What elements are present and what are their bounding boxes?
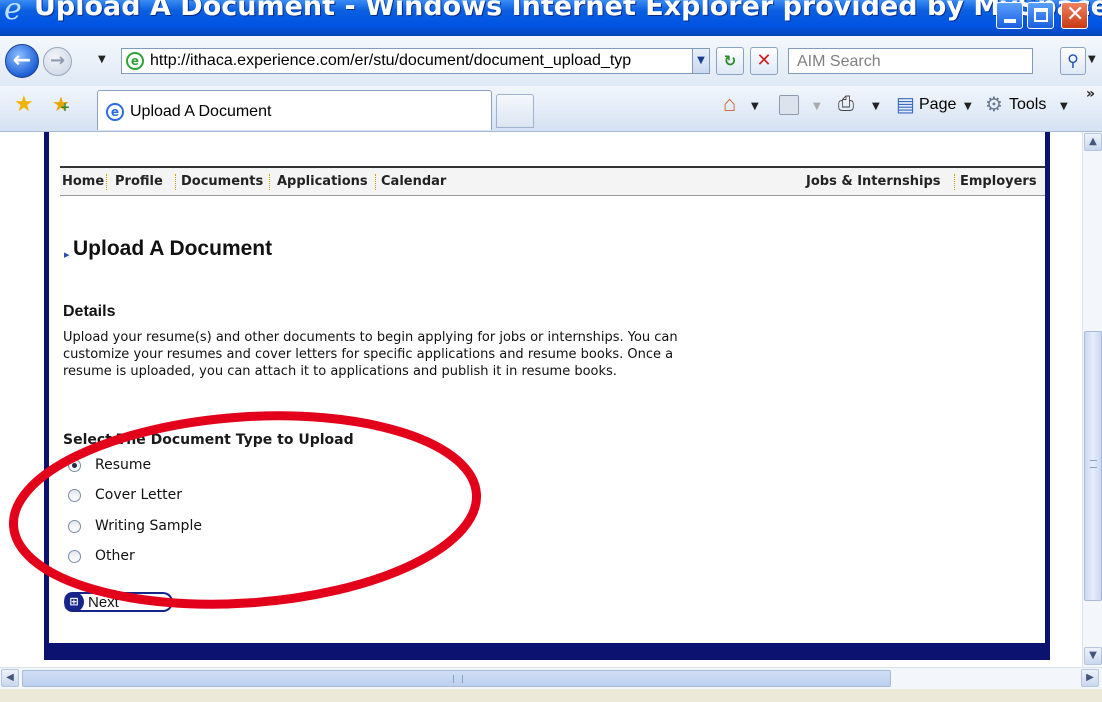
nav-separator [954, 174, 955, 190]
nav-calendar[interactable]: Calendar [381, 174, 446, 189]
nav-applications[interactable]: Applications [277, 174, 368, 189]
nav-separator [375, 174, 376, 190]
scroll-down-button[interactable]: ▼ [1084, 647, 1102, 665]
minimize-icon [1004, 19, 1016, 23]
radio-writing-sample[interactable] [68, 520, 81, 533]
nav-separator [269, 174, 270, 190]
nav-separator [106, 174, 107, 190]
horizontal-scroll-thumb[interactable] [22, 670, 891, 687]
site-navigation: Home Profile Documents Applications Cale… [60, 166, 1045, 196]
tools-dropdown-icon[interactable]: ▼ [1060, 101, 1068, 112]
tab-bar: ★ ★ + e Upload A Document ⌂ ▼ ▼ ⎙ ▼ ▤ Pag… [0, 86, 1102, 132]
search-placeholder: AIM Search [797, 53, 881, 70]
feeds-icon[interactable] [779, 95, 799, 115]
close-button[interactable]: ✕ [1061, 2, 1088, 29]
add-favorites-icon[interactable]: ★ + [52, 92, 70, 116]
page-frame-right [1045, 132, 1050, 660]
page-menu[interactable]: Page [919, 96, 956, 114]
forward-button[interactable]: → [43, 47, 72, 76]
window-title-bar: e Upload A Document - Windows Internet E… [0, 0, 1102, 36]
toolbar-overflow-chevron-icon[interactable]: » [1086, 86, 1095, 102]
address-dropdown-button[interactable]: ▼ [692, 49, 709, 73]
page-icon: e [126, 52, 144, 70]
page-menu-icon[interactable]: ▤ [896, 92, 915, 117]
vertical-scrollbar[interactable]: ▲ ▼ [1082, 132, 1102, 667]
home-icon[interactable]: ⌂ [723, 91, 736, 117]
details-heading: Details [63, 303, 116, 320]
nav-jobs-internships[interactable]: Jobs & Internships [806, 174, 940, 189]
radio-label-resume[interactable]: Resume [95, 457, 151, 473]
tab-upload-a-document[interactable]: e Upload A Document [97, 90, 492, 130]
horizontal-scrollbar[interactable]: ◀ ▶ [0, 667, 1102, 689]
scroll-up-button[interactable]: ▲ [1084, 133, 1102, 151]
back-button[interactable]: ← [5, 44, 39, 78]
tools-gear-icon[interactable]: ⚙ [985, 92, 1003, 117]
stop-button[interactable]: ✕ [750, 47, 778, 75]
radio-label-cover-letter[interactable]: Cover Letter [95, 487, 182, 503]
search-options-dropdown-icon[interactable]: ▼ [1088, 54, 1096, 65]
print-dropdown-icon[interactable]: ▼ [872, 101, 880, 112]
recent-pages-dropdown-icon[interactable]: ▼ [98, 54, 106, 65]
nav-documents[interactable]: Documents [181, 174, 263, 189]
title-bullet-icon: ▸ [64, 248, 70, 261]
page-dropdown-icon[interactable]: ▼ [964, 101, 972, 112]
maximize-icon [1034, 8, 1048, 22]
next-button[interactable]: ⊞ Next [64, 592, 173, 612]
nav-employers[interactable]: Employers [960, 174, 1037, 189]
tab-label: Upload A Document [130, 103, 272, 120]
favorites-star-icon[interactable]: ★ [14, 92, 34, 117]
close-icon: ✕ [1066, 2, 1085, 27]
nav-profile[interactable]: Profile [115, 174, 163, 189]
scroll-left-button[interactable]: ◀ [1, 669, 19, 687]
scroll-right-button[interactable]: ▶ [1081, 669, 1099, 687]
vertical-scroll-thumb[interactable] [1084, 331, 1102, 601]
radio-label-other[interactable]: Other [95, 548, 135, 564]
home-dropdown-icon[interactable]: ▼ [751, 101, 759, 112]
tab-page-icon: e [106, 103, 124, 121]
address-url[interactable]: http://ithaca.experience.com/er/stu/docu… [150, 52, 695, 70]
document-type-heading: Select The Document Type to Upload [63, 432, 354, 448]
nav-home[interactable]: Home [62, 174, 104, 189]
address-toolbar: ← → ▼ e http://ithaca.experience.com/er/… [0, 36, 1102, 86]
radio-cover-letter[interactable] [68, 489, 81, 502]
maximize-button[interactable] [1027, 2, 1054, 29]
search-icon: ⚲ [1067, 51, 1079, 70]
next-button-label: Next [88, 594, 119, 611]
scroll-grip-icon [453, 675, 463, 683]
page-viewport: Home Profile Documents Applications Cale… [0, 132, 1082, 667]
status-bar [0, 689, 1102, 702]
feeds-dropdown-icon[interactable]: ▼ [813, 101, 821, 112]
scroll-grip-icon [1090, 460, 1097, 468]
details-description: Upload your resume(s) and other document… [63, 330, 678, 379]
page-title: Upload A Document [73, 237, 273, 260]
radio-other[interactable] [68, 550, 81, 563]
new-tab-button[interactable] [496, 94, 534, 128]
nav-separator [175, 174, 176, 190]
minimize-button[interactable] [996, 2, 1023, 29]
search-input[interactable]: AIM Search [788, 48, 1033, 74]
window-title: Upload A Document - Windows Internet Exp… [34, 0, 1102, 22]
page-frame-bottom [44, 643, 1050, 660]
tools-menu[interactable]: Tools [1009, 96, 1046, 114]
search-button[interactable]: ⚲ [1060, 47, 1086, 75]
page-frame-left [44, 132, 49, 660]
refresh-button[interactable]: ↻ [716, 47, 744, 75]
address-field[interactable]: e http://ithaca.experience.com/er/stu/do… [121, 48, 710, 74]
radio-resume[interactable] [68, 459, 81, 472]
ie-logo-icon: e [4, 0, 22, 27]
next-grid-icon: ⊞ [64, 592, 84, 612]
print-icon[interactable]: ⎙ [838, 93, 854, 116]
radio-label-writing-sample[interactable]: Writing Sample [95, 518, 202, 534]
